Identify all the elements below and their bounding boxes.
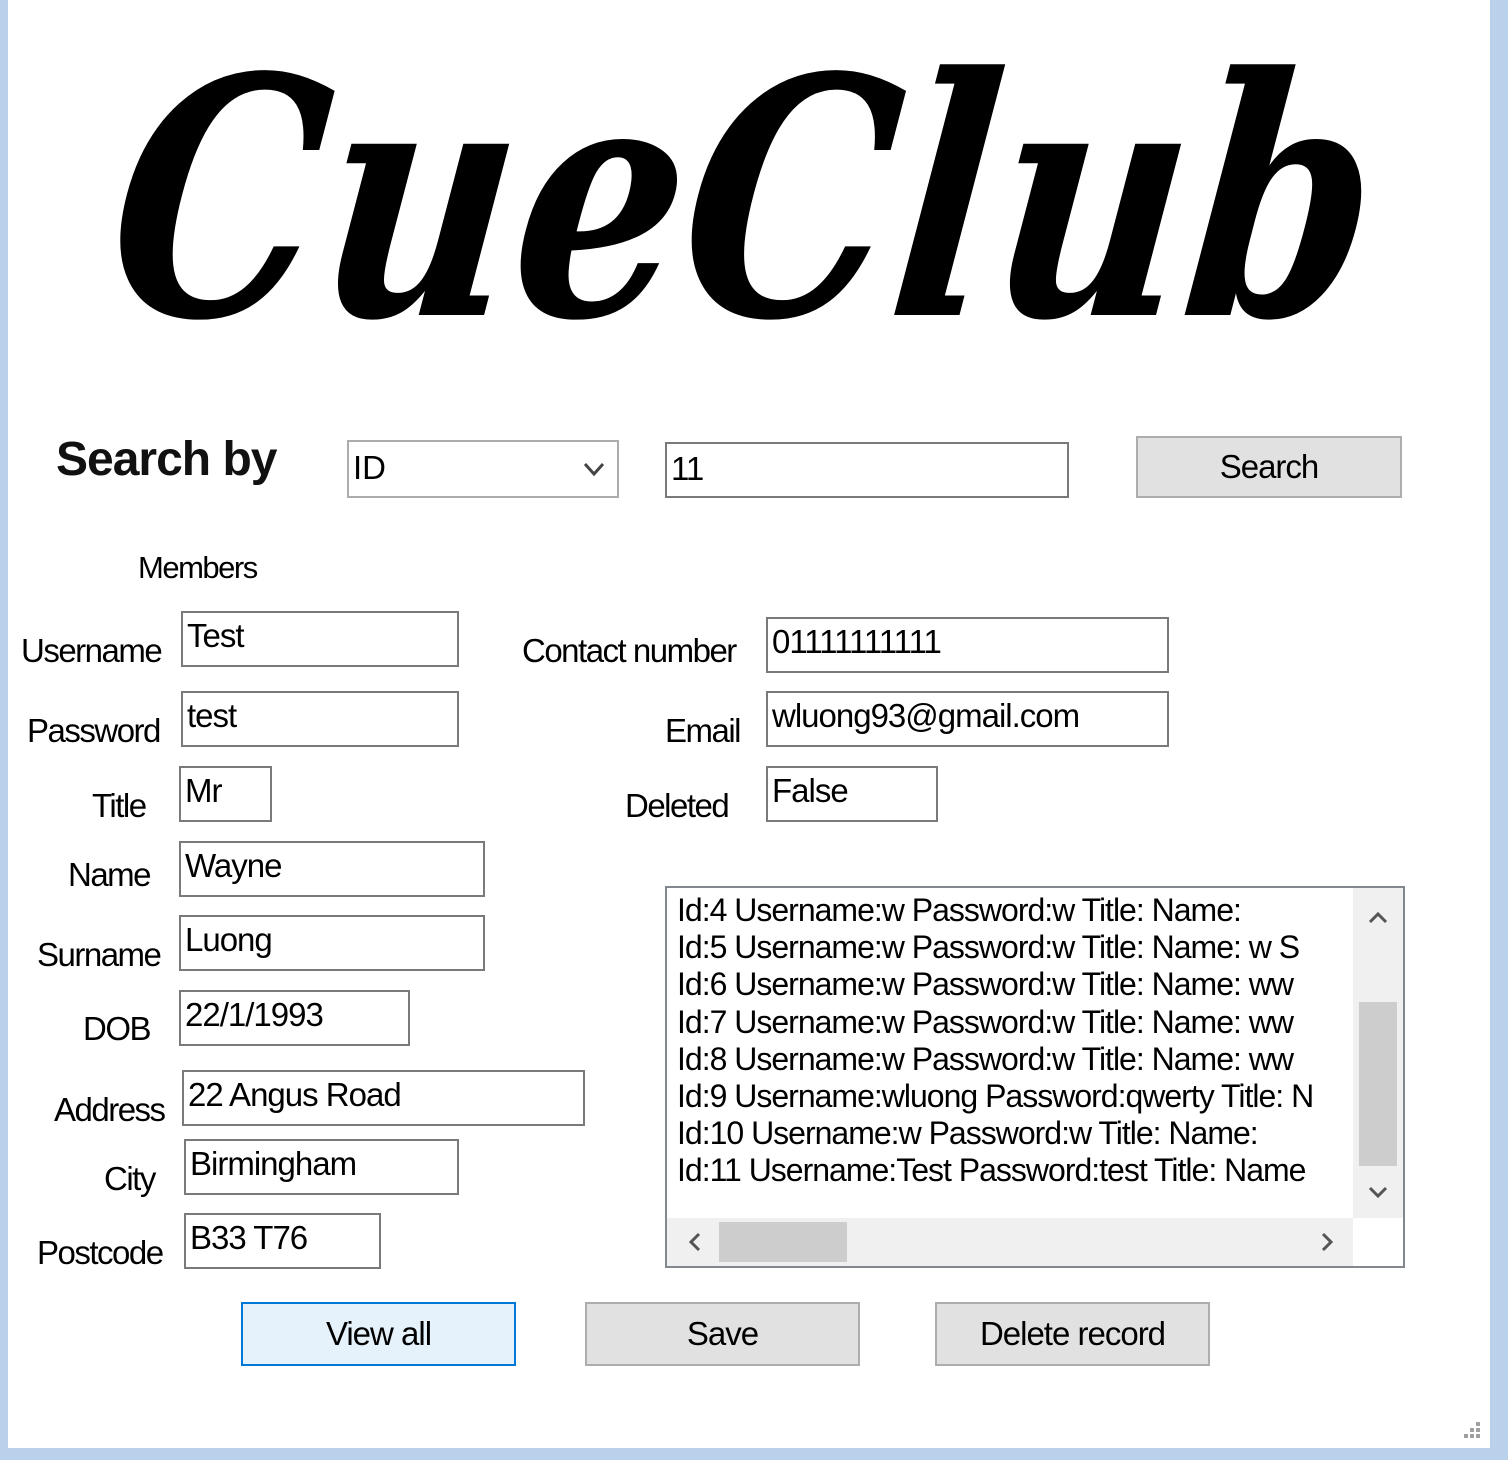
postcode-label: Postcode bbox=[37, 1234, 164, 1271]
email-field[interactable]: wluong93@gmail.com bbox=[766, 691, 1169, 747]
vertical-scrollbar[interactable] bbox=[1353, 888, 1403, 1218]
password-label: Password bbox=[27, 712, 161, 749]
address-field[interactable]: 22 Angus Road bbox=[182, 1070, 585, 1126]
password-field[interactable]: test bbox=[181, 691, 459, 747]
deleted-field[interactable]: False bbox=[766, 766, 938, 822]
resize-grip-icon[interactable] bbox=[1460, 1418, 1482, 1440]
members-window: CueClub Search by ID 11 Search Members U… bbox=[8, 0, 1490, 1448]
list-item[interactable]: Id:8 Username:w Password:w Title: Name: … bbox=[677, 1041, 1355, 1078]
search-button[interactable]: Search bbox=[1136, 436, 1402, 498]
list-item[interactable]: Id:9 Username:wluong Password:qwerty Tit… bbox=[677, 1078, 1355, 1115]
delete-record-button[interactable]: Delete record bbox=[935, 1302, 1210, 1366]
members-group-label: Members bbox=[138, 550, 258, 585]
username-label: Username bbox=[21, 632, 163, 669]
list-item[interactable]: Id:5 Username:w Password:w Title: Name: … bbox=[677, 929, 1355, 966]
chevron-right-icon[interactable] bbox=[1315, 1230, 1339, 1254]
contact-number-label: Contact number bbox=[522, 632, 737, 669]
surname-field[interactable]: Luong bbox=[179, 915, 485, 971]
surname-label: Surname bbox=[37, 936, 162, 973]
chevron-down-icon bbox=[583, 462, 605, 477]
name-field[interactable]: Wayne bbox=[179, 841, 485, 897]
list-item[interactable]: Id:4 Username:w Password:w Title: Name: bbox=[677, 892, 1355, 929]
save-button[interactable]: Save bbox=[585, 1302, 860, 1366]
search-input[interactable]: 11 bbox=[665, 442, 1069, 498]
search-by-label: Search by bbox=[56, 433, 277, 486]
city-label: City bbox=[104, 1160, 156, 1197]
records-list: Id:4 Username:w Password:w Title: Name: … bbox=[677, 892, 1355, 1190]
horizontal-scroll-thumb[interactable] bbox=[719, 1222, 847, 1262]
svg-text:CueClub: CueClub bbox=[95, 30, 1396, 370]
title-label: Title bbox=[92, 787, 147, 824]
city-field[interactable]: Birmingham bbox=[184, 1139, 459, 1195]
vertical-scroll-thumb[interactable] bbox=[1359, 1002, 1397, 1166]
dob-field[interactable]: 22/1/1993 bbox=[179, 990, 410, 1046]
list-item[interactable]: Id:6 Username:w Password:w Title: Name: … bbox=[677, 966, 1355, 1003]
username-field[interactable]: Test bbox=[181, 611, 459, 667]
list-item[interactable]: Id:11 Username:Test Password:test Title:… bbox=[677, 1152, 1355, 1189]
view-all-button[interactable]: View all bbox=[241, 1302, 516, 1366]
email-label: Email bbox=[665, 712, 742, 749]
title-field[interactable]: Mr bbox=[179, 766, 272, 822]
deleted-label: Deleted bbox=[625, 787, 730, 824]
address-label: Address bbox=[54, 1091, 166, 1128]
records-listbox[interactable]: Id:4 Username:w Password:w Title: Name: … bbox=[665, 886, 1405, 1268]
horizontal-scrollbar[interactable] bbox=[667, 1218, 1353, 1266]
list-item[interactable]: Id:10 Username:w Password:w Title: Name: bbox=[677, 1115, 1355, 1152]
search-field-select[interactable]: ID bbox=[347, 440, 619, 498]
cueclub-logo: CueClub bbox=[95, 30, 1396, 370]
search-field-value: ID bbox=[353, 449, 386, 486]
postcode-field[interactable]: B33 T76 bbox=[184, 1213, 381, 1269]
name-label: Name bbox=[68, 856, 152, 893]
chevron-down-icon[interactable] bbox=[1366, 1180, 1390, 1204]
dob-label: DOB bbox=[83, 1010, 152, 1047]
contact-number-field[interactable]: 01111111111 bbox=[766, 617, 1169, 673]
chevron-up-icon[interactable] bbox=[1366, 906, 1390, 930]
chevron-left-icon[interactable] bbox=[683, 1230, 707, 1254]
list-item[interactable]: Id:7 Username:w Password:w Title: Name: … bbox=[677, 1004, 1355, 1041]
